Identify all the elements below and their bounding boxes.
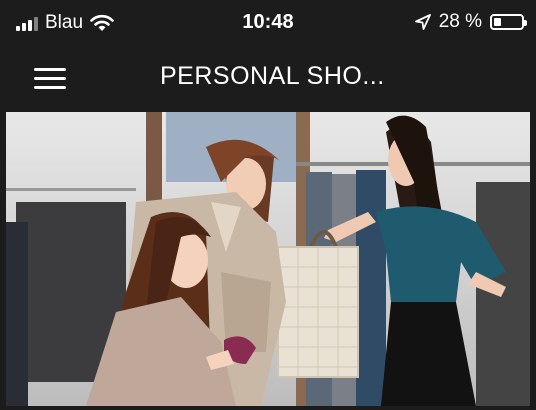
status-bar: Blau 10:48 28 % [0, 0, 536, 46]
hamburger-menu-icon[interactable] [30, 62, 70, 94]
battery-icon [490, 14, 527, 30]
hero-photo [6, 112, 530, 406]
page-title: PERSONAL SHO... [160, 62, 385, 90]
battery-level [494, 18, 501, 26]
shopping-scene-image [6, 112, 530, 406]
app-screen: Blau 10:48 28 % PERSONAL SHO... [0, 0, 536, 410]
status-right: 28 % [414, 11, 527, 33]
location-arrow-icon [414, 14, 431, 30]
battery-percentage: 28 % [438, 11, 482, 32]
navigation-bar: PERSONAL SHO... [0, 46, 536, 110]
